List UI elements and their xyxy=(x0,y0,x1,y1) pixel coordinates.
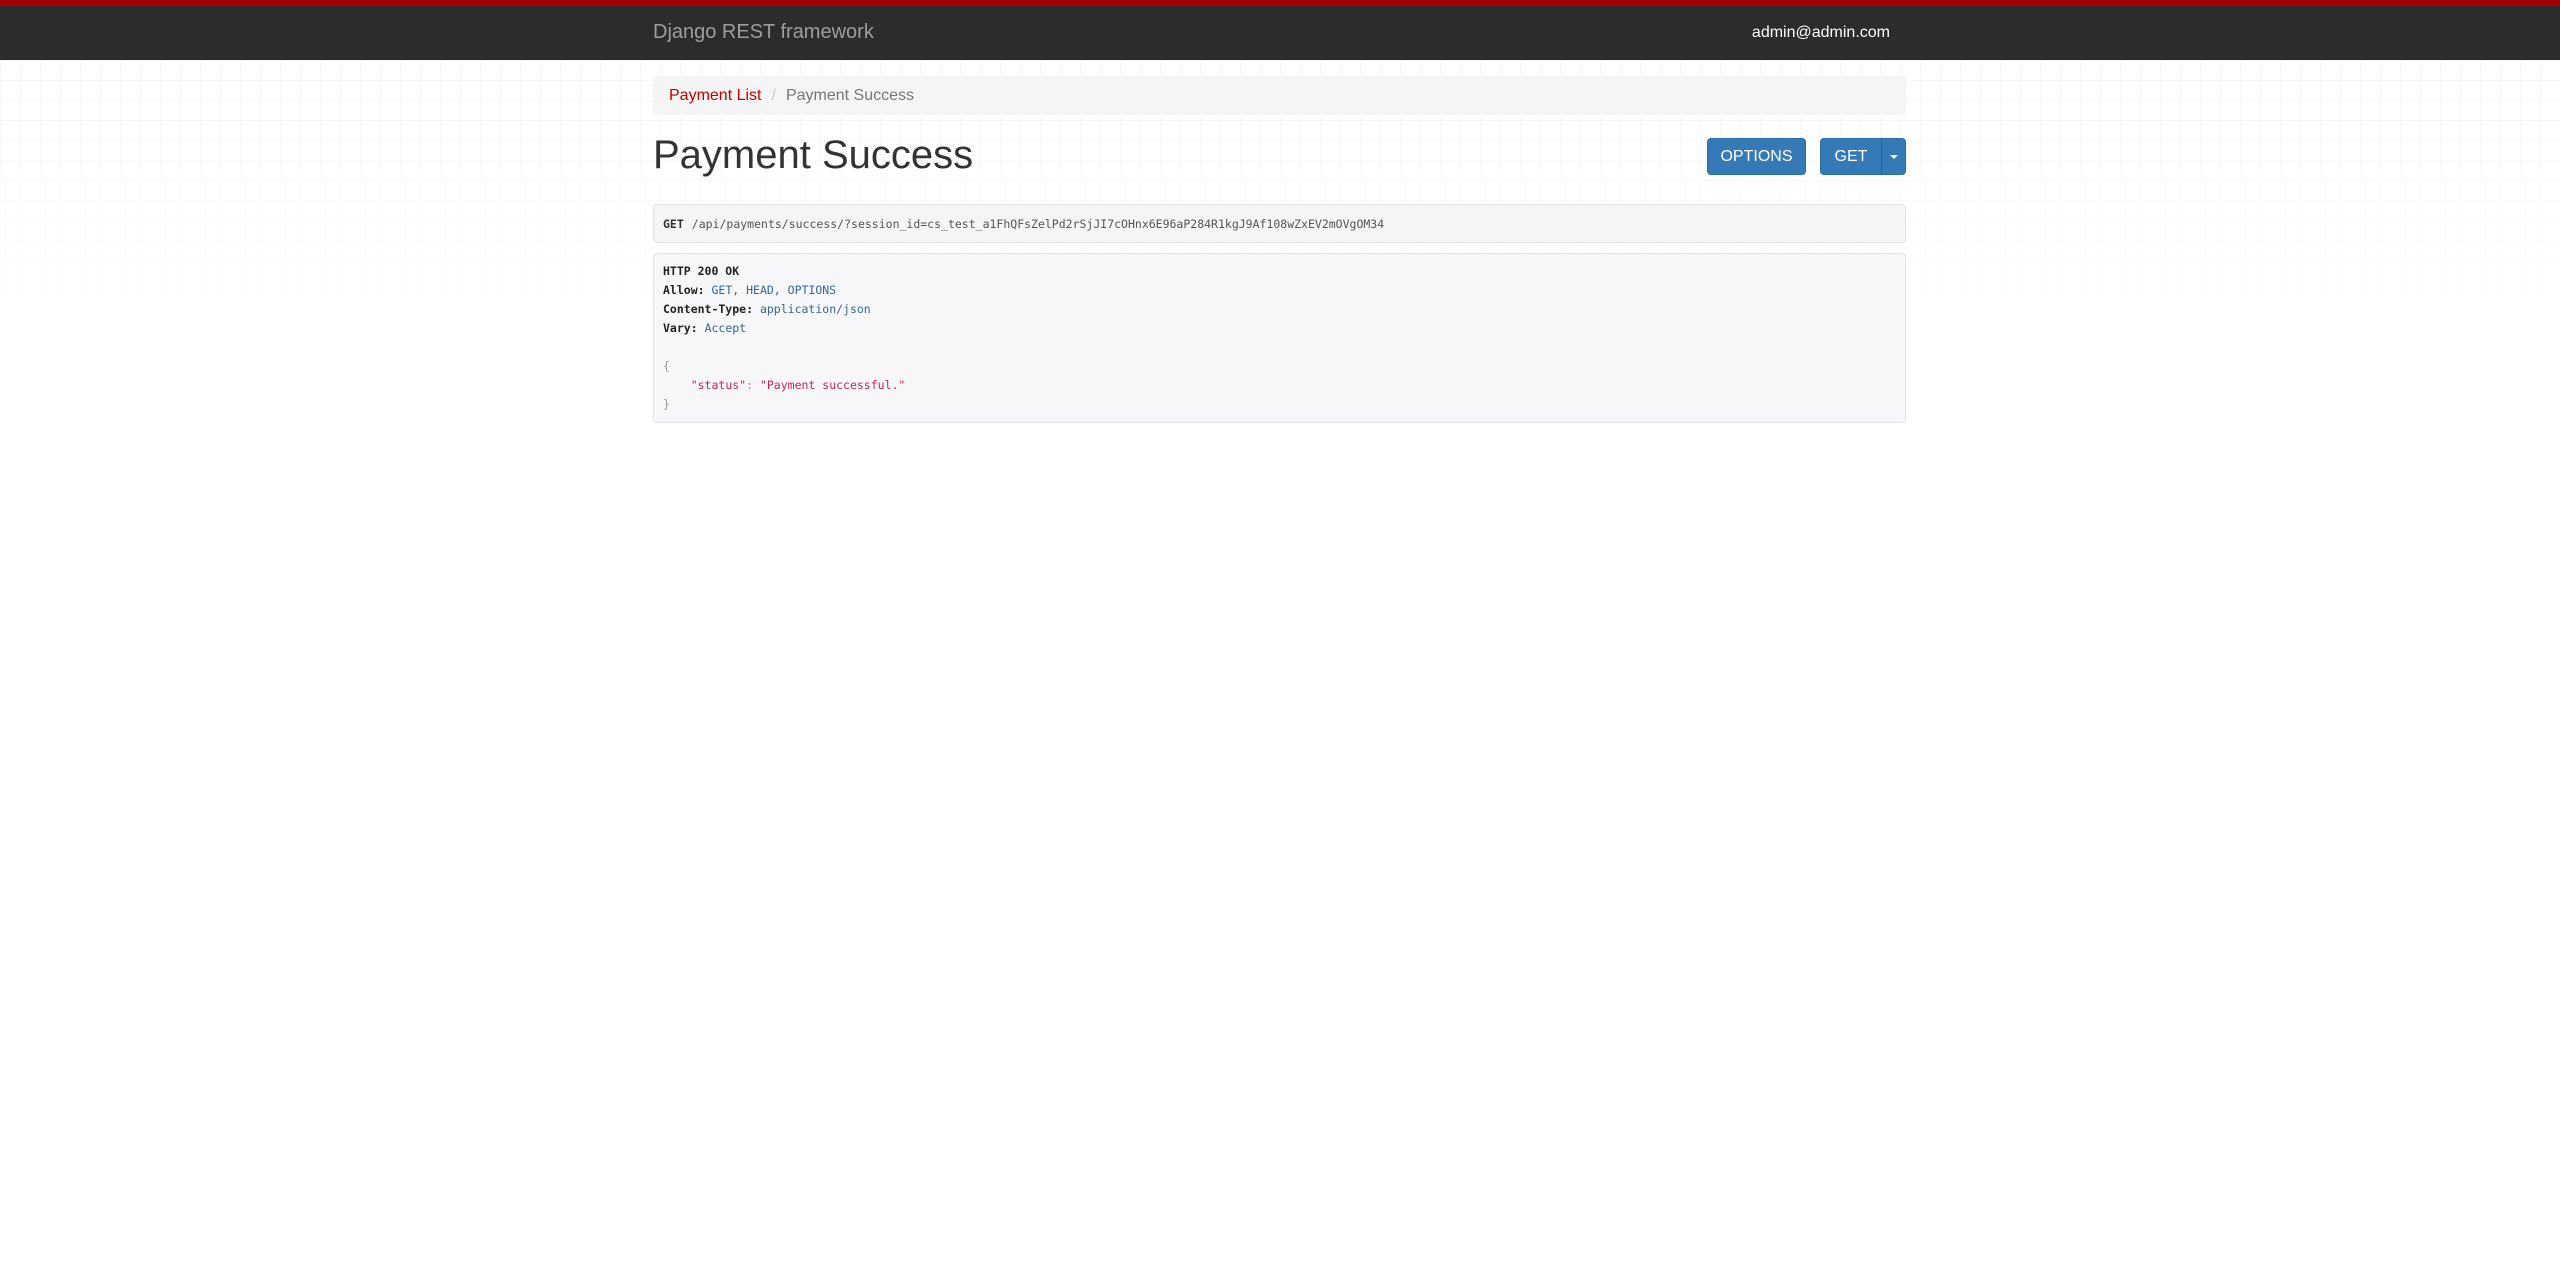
get-button[interactable]: GET xyxy=(1820,138,1882,175)
caret-down-icon xyxy=(1889,154,1898,159)
get-format-dropdown-button[interactable] xyxy=(1881,138,1906,175)
page-title: Payment Success xyxy=(653,133,974,177)
json-open-brace: { xyxy=(663,359,670,373)
json-colon: : xyxy=(746,378,760,392)
json-line-status: "status": "Payment successful." xyxy=(663,376,1896,395)
header-key: Vary: xyxy=(663,321,698,335)
header-value: application/json xyxy=(759,302,871,316)
user-menu-link[interactable]: admin@admin.com xyxy=(1752,24,1890,42)
navbar: Django REST framework admin@admin.com xyxy=(0,0,2560,60)
response-status: HTTP 200 OK xyxy=(663,264,740,278)
breadcrumb: Payment List / Payment Success xyxy=(653,76,1906,115)
breadcrumb-payment-list[interactable]: Payment List xyxy=(669,87,761,105)
header-value: GET, HEAD, OPTIONS xyxy=(711,283,837,297)
brand-link[interactable]: Django REST framework xyxy=(653,21,874,44)
request-method: GET xyxy=(663,216,684,231)
json-close-brace: } xyxy=(663,397,670,411)
response-info: HTTP 200 OK Allow: GET, HEAD, OPTIONS Cont… xyxy=(653,253,1906,423)
request-info: GET /api/payments/success/?session_id=cs… xyxy=(653,204,1906,243)
header-key: Content-Type: xyxy=(663,302,754,316)
header-allow: Allow: GET, HEAD, OPTIONS xyxy=(663,281,1896,300)
main-content: Payment List / Payment Success Payment S… xyxy=(653,76,1906,423)
json-key: "status" xyxy=(690,378,747,392)
header-value: Accept xyxy=(704,321,747,335)
breadcrumb-separator: / xyxy=(771,86,776,104)
header-vary: Vary: Accept xyxy=(663,319,1896,338)
breadcrumb-current: Payment Success xyxy=(785,86,914,104)
options-button[interactable]: OPTIONS xyxy=(1707,138,1806,175)
header-content-type: Content-Type: application/json xyxy=(663,300,1896,319)
json-value: "Payment successful." xyxy=(759,378,906,392)
header-key: Allow: xyxy=(663,283,705,297)
request-path: /api/payments/success/?session_id=cs_tes… xyxy=(691,216,1385,231)
